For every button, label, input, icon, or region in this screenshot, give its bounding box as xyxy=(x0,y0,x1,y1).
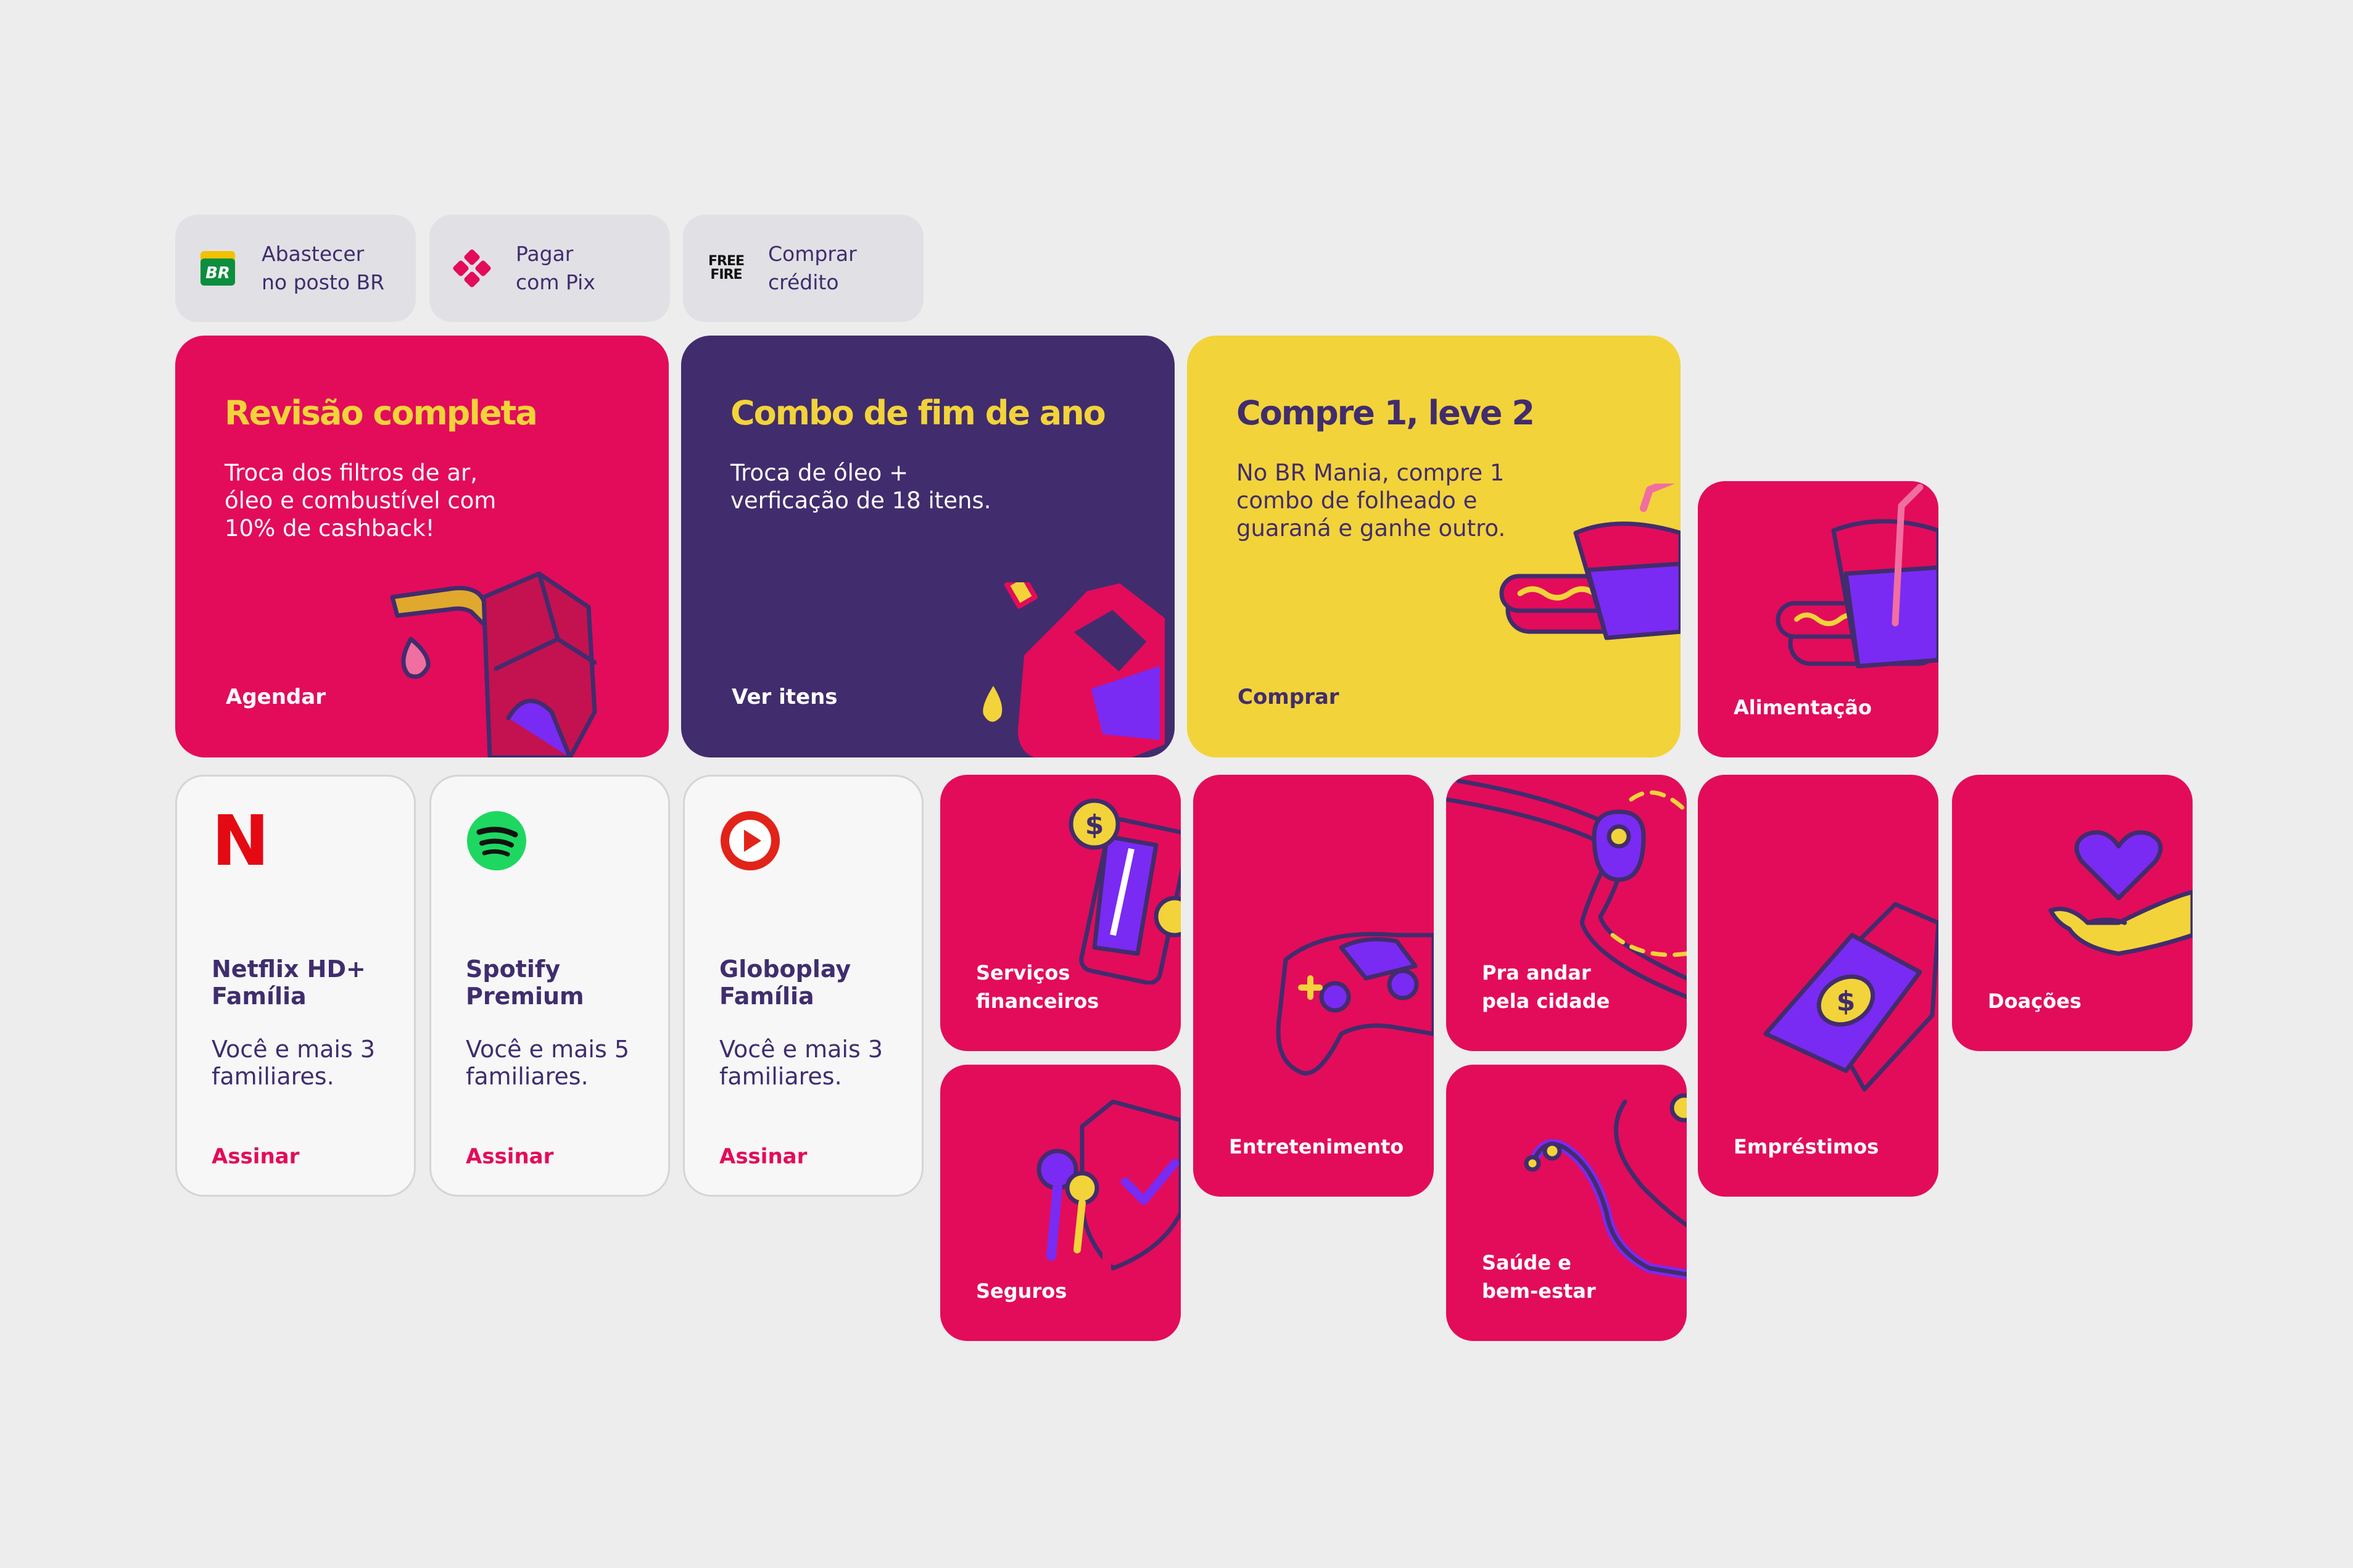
free-fire-logo-text: FREE xyxy=(708,254,745,269)
quick-action-label-line2: no posto BR xyxy=(262,270,385,294)
promo-title: Compre 1, leve 2 xyxy=(1236,394,1535,432)
subscription-description: Você e mais 3 familiares. xyxy=(212,1036,376,1090)
netflix-logo-text: N xyxy=(212,801,270,881)
br-logo-icon: BR xyxy=(197,248,238,289)
free-fire-logo-icon: FREE FIRE xyxy=(708,248,745,289)
subscribe-button[interactable]: Assinar xyxy=(719,1144,807,1169)
category-servicos-financeiros[interactable]: $ Serviços financeiros xyxy=(940,775,1181,1051)
promo-cta-agendar[interactable]: Agendar xyxy=(226,685,326,709)
spotify-icon xyxy=(466,810,529,873)
category-label: Serviços financeiros xyxy=(976,961,1099,1013)
quick-action-label-line2: com Pix xyxy=(516,270,595,294)
subscription-description: Você e mais 3 familiares. xyxy=(719,1036,883,1090)
promo-description: No BR Mania, compre 1 combo de folheado e… xyxy=(1236,460,1506,542)
phone-coins-icon: $ xyxy=(1069,798,1181,984)
promo-title: Combo de fim de ano xyxy=(730,394,1106,432)
subscription-description: Você e mais 5 familiares. xyxy=(466,1036,630,1090)
subscription-card-globoplay[interactable]: Globoplay Família Você e mais 3 familiares… xyxy=(683,775,924,1197)
category-pra-andar-pela-cidade[interactable]: Pra andar pela cidade xyxy=(1446,775,1687,1051)
promo-card-compre-leve[interactable]: Compre 1, leve 2 No BR Mania, compre 1 co… xyxy=(1187,336,1681,757)
svg-text:$: $ xyxy=(1837,986,1856,1017)
category-alimentacao[interactable]: Alimentação xyxy=(1698,481,1938,757)
fuel-pump-icon xyxy=(390,571,597,757)
heart-hand-icon xyxy=(2048,830,2193,956)
category-label: Saúde e bem-estar xyxy=(1482,1251,1596,1303)
quick-action-label-line2: crédito xyxy=(768,270,839,294)
subscription-card-spotify[interactable]: Spotify Premium Você e mais 5 familiares. … xyxy=(429,775,670,1197)
quick-action-pix[interactable]: Pagar com Pix xyxy=(429,215,670,322)
pix-icon xyxy=(452,248,492,289)
category-label: Empréstimos xyxy=(1734,1135,1879,1158)
category-label: Pra andar pela cidade xyxy=(1482,961,1610,1013)
subscription-name: Spotify Premium xyxy=(466,955,584,1010)
hotdog-drink-icon xyxy=(1499,484,1681,640)
category-emprestimos[interactable]: $ Empréstimos xyxy=(1698,775,1938,1197)
keys-shield-icon xyxy=(1036,1099,1181,1279)
category-saude-bem-estar[interactable]: Saúde e bem-estar xyxy=(1446,1065,1687,1341)
quick-action-abastecer[interactable]: BR Abastecer no posto BR xyxy=(175,215,416,322)
svg-text:$: $ xyxy=(1085,809,1104,841)
subscribe-button[interactable]: Assinar xyxy=(466,1144,553,1169)
category-entretenimento[interactable]: Entretenimento xyxy=(1193,775,1434,1197)
quick-action-label-line1: Pagar xyxy=(516,242,574,266)
subscription-name: Globoplay Família xyxy=(719,955,851,1010)
subscription-name: Netflix HD+ Família xyxy=(212,955,366,1010)
netflix-icon: N xyxy=(212,801,275,881)
promo-card-combo[interactable]: Combo de fim de ano Troca de óleo + verfi… xyxy=(681,336,1175,757)
free-fire-logo-text: FIRE xyxy=(710,267,742,283)
quick-action-comprar-credito[interactable]: FREE FIRE Comprar crédito xyxy=(683,215,924,322)
svg-text:BR: BR xyxy=(205,264,230,283)
category-label: Entretenimento xyxy=(1229,1135,1404,1158)
subscription-card-netflix[interactable]: N Netflix HD+ Família Você e mais 3 famili… xyxy=(175,775,416,1197)
category-doacoes[interactable]: Doações xyxy=(1952,775,2193,1051)
category-seguros[interactable]: Seguros xyxy=(940,1065,1181,1341)
promo-description: Troca dos filtros de ar, óleo e combustív… xyxy=(225,460,497,542)
subscribe-button[interactable]: Assinar xyxy=(212,1144,299,1169)
food-icon xyxy=(1776,484,1938,669)
category-label: Seguros xyxy=(976,1279,1067,1303)
promo-cta-comprar[interactable]: Comprar xyxy=(1238,685,1339,709)
promo-card-revisao[interactable]: Revisão completa Troca dos filtros de ar… xyxy=(175,336,669,757)
oil-can-icon xyxy=(983,582,1165,757)
category-label: Doações xyxy=(1988,989,2082,1013)
promo-description: Troca de óleo + verficação de 18 itens. xyxy=(730,460,991,514)
quick-action-label-line1: Abastecer xyxy=(262,242,365,266)
money-bill-icon: $ xyxy=(1763,902,1938,1092)
category-label: Alimentação xyxy=(1734,696,1872,719)
promo-cta-ver-itens[interactable]: Ver itens xyxy=(732,685,838,709)
globoplay-icon xyxy=(719,810,782,873)
promo-title: Revisão completa xyxy=(225,394,538,432)
gamepad-icon xyxy=(1276,931,1434,1076)
quick-action-label-line1: Comprar xyxy=(768,242,857,266)
